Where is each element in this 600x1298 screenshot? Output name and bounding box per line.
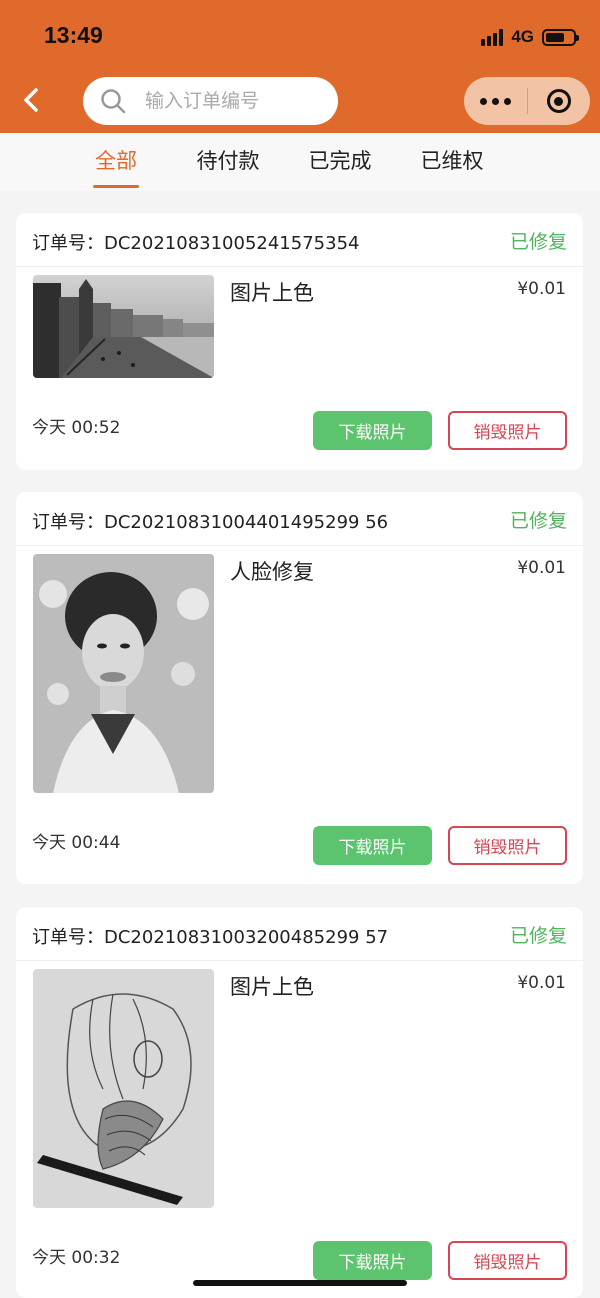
order-card: 订单号：DC20210831003200485299 57 已修复 图片上色 ¥…	[16, 907, 583, 1298]
order-number: 订单号：DC20210831004401495299 56	[32, 512, 389, 533]
close-miniprogram-button[interactable]	[527, 77, 590, 125]
miniprogram-capsule	[464, 77, 590, 125]
order-time: 今天 00:52	[32, 418, 121, 438]
tab-all[interactable]: 全部	[66, 145, 166, 175]
signal-icon	[481, 28, 504, 46]
product-thumbnail[interactable]	[33, 554, 214, 793]
order-tabs: 全部 待付款 已完成 已维权	[0, 133, 600, 191]
order-card-header: 订单号：DC20210831005241575354 已修复	[16, 213, 583, 267]
order-time: 今天 00:32	[32, 1248, 121, 1268]
order-card: 订单号：DC20210831004401495299 56 已修复 人脸修复 ¥…	[16, 492, 583, 884]
order-status: 已修复	[509, 231, 567, 253]
product-price: ¥0.01	[517, 973, 566, 993]
order-number: 订单号：DC20210831005241575354	[32, 233, 360, 254]
more-button[interactable]	[464, 77, 527, 125]
product-title: 图片上色	[230, 975, 314, 999]
product-title: 图片上色	[230, 281, 314, 305]
order-card-header: 订单号：DC20210831004401495299 56 已修复	[16, 492, 583, 546]
product-thumbnail[interactable]	[33, 275, 214, 378]
back-button[interactable]	[14, 82, 50, 118]
mermaid-sketch-photo	[33, 969, 214, 1208]
product-title: 人脸修复	[230, 560, 314, 584]
download-photo-button[interactable]: 下载照片	[313, 411, 432, 450]
tab-refund[interactable]: 已维权	[402, 145, 502, 175]
portrait-photo	[33, 554, 214, 793]
home-indicator	[193, 1280, 407, 1286]
app-header: 13:49 4G	[0, 0, 600, 133]
order-time: 今天 00:44	[32, 833, 121, 853]
destroy-photo-button[interactable]: 销毁照片	[448, 826, 567, 865]
target-icon	[546, 89, 571, 113]
search-input[interactable]	[145, 90, 305, 112]
order-card-header: 订单号：DC20210831003200485299 57 已修复	[16, 907, 583, 961]
order-card: 订单号：DC20210831005241575354 已修复 图片上色 ¥0.0…	[16, 213, 583, 470]
more-dots-icon	[479, 97, 511, 105]
order-status: 已修复	[509, 510, 567, 532]
product-thumbnail[interactable]	[33, 969, 214, 1208]
city-street-photo	[33, 275, 214, 378]
product-price: ¥0.01	[517, 558, 566, 578]
destroy-photo-button[interactable]: 销毁照片	[448, 411, 567, 450]
order-number: 订单号：DC20210831003200485299 57	[32, 927, 389, 948]
battery-icon	[542, 28, 579, 46]
search-box[interactable]	[83, 77, 338, 125]
tab-pending-payment[interactable]: 待付款	[178, 145, 278, 175]
status-time: 13:49	[44, 22, 103, 48]
download-photo-button[interactable]: 下载照片	[313, 1241, 432, 1280]
order-status: 已修复	[509, 925, 567, 947]
destroy-photo-button[interactable]: 销毁照片	[448, 1241, 567, 1280]
search-icon	[101, 89, 126, 114]
product-price: ¥0.01	[517, 279, 566, 299]
active-tab-indicator	[93, 185, 139, 188]
download-photo-button[interactable]: 下载照片	[313, 826, 432, 865]
status-indicators: 4G	[481, 24, 579, 50]
tab-completed[interactable]: 已完成	[290, 145, 390, 175]
network-type: 4G	[511, 27, 534, 46]
chevron-left-icon	[24, 88, 38, 112]
